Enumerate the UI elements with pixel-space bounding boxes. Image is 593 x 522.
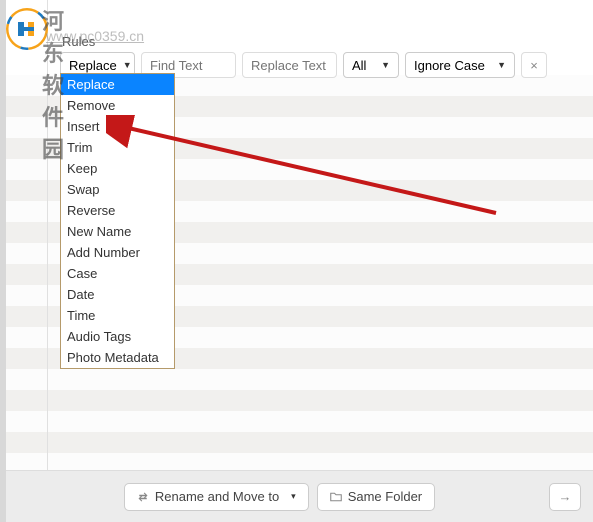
dropdown-item-keep[interactable]: Keep [61, 158, 174, 179]
bottom-toolbar: Rename and Move to ▾ Same Folder → [6, 470, 593, 522]
arrow-right-icon: → [559, 489, 572, 504]
dropdown-item-photo-metadata[interactable]: Photo Metadata [61, 347, 174, 368]
rename-move-button[interactable]: Rename and Move to ▾ [124, 483, 309, 511]
rules-label: Rules [62, 34, 95, 49]
dropdown-item-time[interactable]: Time [61, 305, 174, 326]
dropdown-item-new-name[interactable]: New Name [61, 221, 174, 242]
dropdown-item-add-number[interactable]: Add Number [61, 242, 174, 263]
case-select-value: Ignore Case [414, 58, 485, 73]
close-rule-button[interactable]: × [521, 52, 547, 78]
same-folder-label: Same Folder [348, 489, 422, 504]
dropdown-item-date[interactable]: Date [61, 284, 174, 305]
case-select[interactable]: Ignore Case ▼ [405, 52, 515, 78]
rename-move-label: Rename and Move to [155, 489, 279, 504]
dropdown-item-insert[interactable]: Insert [61, 116, 174, 137]
close-icon: × [530, 58, 538, 73]
dropdown-item-replace[interactable]: Replace [61, 74, 174, 95]
execute-button[interactable]: → [549, 483, 581, 511]
action-dropdown-menu[interactable]: ReplaceRemoveInsertTrimKeepSwapReverseNe… [60, 73, 175, 369]
folder-icon [330, 491, 342, 503]
chevron-down-icon: ▼ [123, 60, 132, 70]
chevron-down-icon: ▾ [291, 491, 296, 502]
replace-text-input[interactable] [242, 52, 337, 78]
action-select-value: Replace [69, 58, 117, 73]
dropdown-item-remove[interactable]: Remove [61, 95, 174, 116]
swap-icon [137, 491, 149, 503]
chevron-down-icon: ▼ [381, 60, 390, 70]
dropdown-item-swap[interactable]: Swap [61, 179, 174, 200]
main-panel: Rules Replace ▼ All ▼ Ignore Case ▼ × Re… [0, 0, 593, 522]
scope-select[interactable]: All ▼ [343, 52, 399, 78]
dropdown-item-trim[interactable]: Trim [61, 137, 174, 158]
vertical-divider [47, 0, 48, 522]
dropdown-item-reverse[interactable]: Reverse [61, 200, 174, 221]
dropdown-item-case[interactable]: Case [61, 263, 174, 284]
dropdown-item-audio-tags[interactable]: Audio Tags [61, 326, 174, 347]
same-folder-button[interactable]: Same Folder [317, 483, 435, 511]
scope-select-value: All [352, 58, 366, 73]
chevron-down-icon: ▼ [497, 60, 506, 70]
